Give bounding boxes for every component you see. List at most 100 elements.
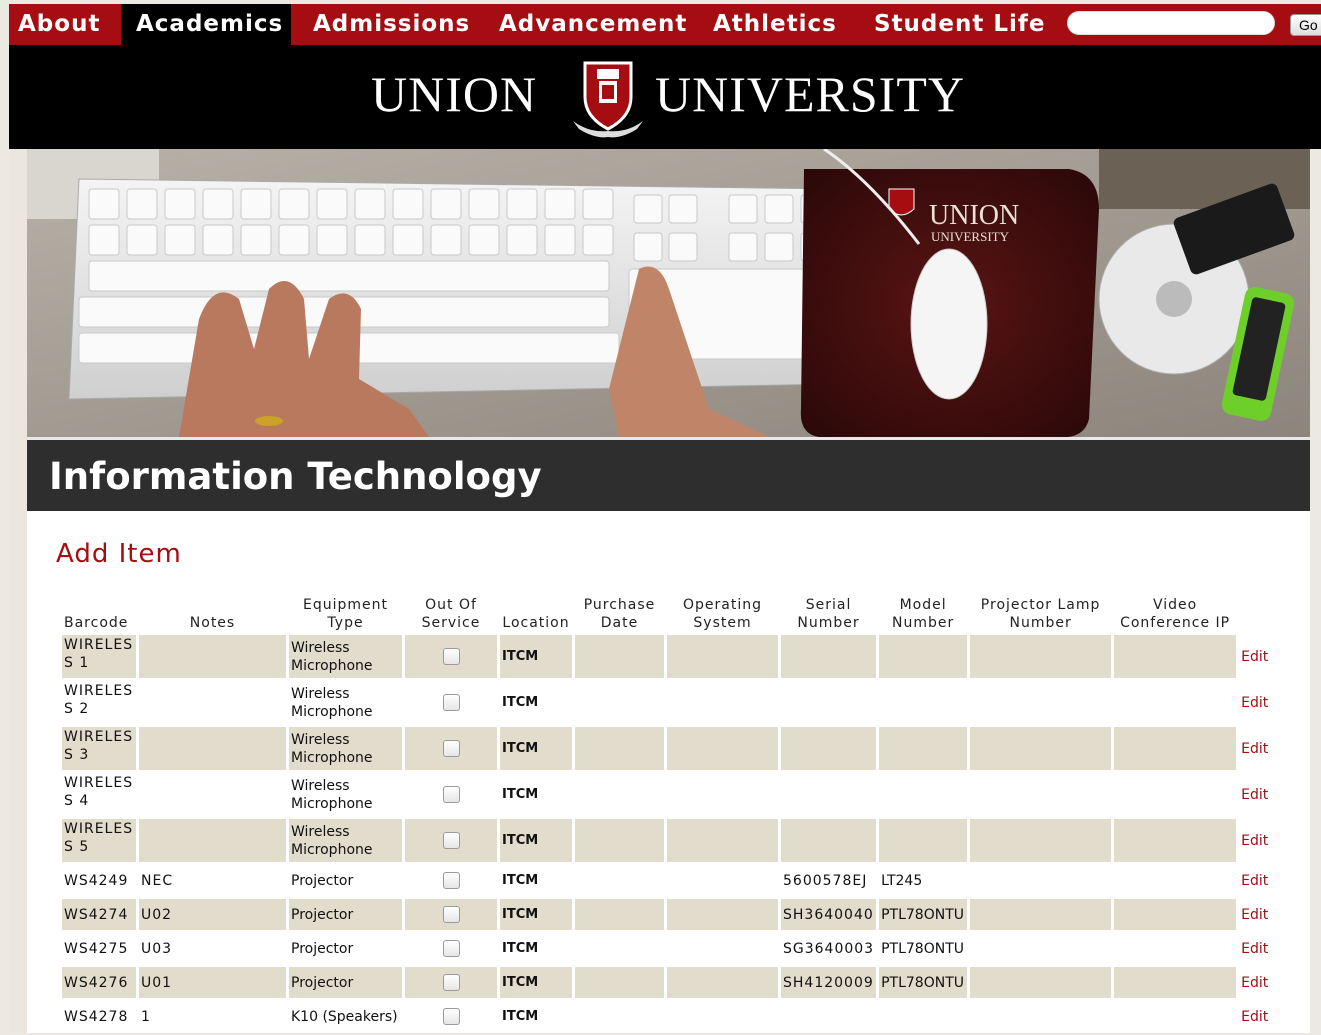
cell-edit: Edit [1239,773,1270,816]
column-header-out-of-service[interactable]: Out Of Service [405,596,497,632]
cell-out-of-service [405,933,497,964]
cell-out-of-service [405,865,497,896]
cell-purchase-date [575,681,664,724]
cell-projector-lamp-number [970,819,1112,862]
edit-link[interactable]: Edit [1241,873,1268,889]
out-of-service-checkbox[interactable] [442,694,460,711]
cell-location: ITCM [500,865,572,896]
cell-serial-number [781,773,876,816]
cell-notes: U02 [139,899,286,930]
cell-purchase-date [575,727,664,770]
cell-edit: Edit [1239,865,1270,896]
column-header-projector-lamp-number[interactable]: Projector Lamp Number [970,596,1111,632]
out-of-service-checkbox[interactable] [442,940,460,957]
cell-projector-lamp-number [970,1001,1111,1032]
cell-barcode-text: WIRELESS 4 [64,775,134,809]
cell-model-number: PTL78ONTU [879,933,967,964]
cell-location: ITCM [500,681,572,724]
edit-link[interactable]: Edit [1241,833,1268,849]
table-header-row: Barcode Notes Equipment Type Out Of Serv… [62,596,1270,632]
edit-link[interactable]: Edit [1241,975,1268,991]
cell-serial-number [781,819,877,862]
out-of-service-checkbox[interactable] [442,1008,460,1025]
cell-video-conference-ip [1114,635,1237,678]
logo-word-university[interactable]: UNIVERSITY [655,65,965,123]
cell-location-text: ITCM [502,906,539,922]
cell-barcode-text: WS4275 [64,940,129,957]
out-of-service-checkbox[interactable] [442,872,460,889]
cell-serial-number-text: 5600578EJ [783,872,868,889]
cell-purchase-date [575,967,664,998]
column-header-location[interactable]: Location [500,596,572,632]
column-header-barcode[interactable]: Barcode [62,596,136,632]
edit-link[interactable]: Edit [1241,941,1268,957]
cell-notes: 1 [139,1001,286,1032]
edit-link[interactable]: Edit [1241,787,1268,803]
cell-equipment-type-text: Projector [291,872,354,889]
cell-purchase-date [575,899,664,930]
cell-serial-number [781,635,877,678]
university-crest-icon[interactable] [571,59,645,139]
column-header-model-number[interactable]: Model Number [879,596,967,632]
edit-link[interactable]: Edit [1241,741,1268,757]
cell-location: ITCM [500,635,572,678]
column-header-serial-number[interactable]: Serial Number [781,596,876,632]
cell-barcode-text: WIRELESS 5 [64,821,134,855]
column-header-video-conference-ip[interactable]: Video Conference IP [1114,596,1236,632]
out-of-service-checkbox[interactable] [442,832,460,849]
out-of-service-checkbox[interactable] [442,974,460,991]
cell-barcode: WIRELESS 3 [62,727,136,770]
go-button[interactable]: Go [1290,14,1321,36]
edit-link[interactable]: Edit [1241,649,1268,665]
nav-item-admissions[interactable]: Admissions [313,4,470,45]
nav-item-about[interactable]: About [18,4,100,45]
cell-location-text: ITCM [502,694,539,710]
nav-item-academics[interactable]: Academics [121,4,291,45]
column-header-purchase-date[interactable]: Purchase Date [575,596,664,632]
cell-notes [139,773,286,816]
cell-projector-lamp-number [970,899,1112,930]
cell-notes: U03 [139,933,286,964]
cell-video-conference-ip [1114,899,1237,930]
column-header-operating-system[interactable]: Operating System [667,596,778,632]
table-row: WS4276 U01 Projector ITCM SH4120009 PTL78ONTU… [62,967,1271,998]
out-of-service-checkbox[interactable] [442,648,460,665]
logo-word-union[interactable]: UNION [371,65,537,123]
cell-serial-number: SH3640040 [781,899,877,930]
cell-edit: Edit [1239,681,1270,724]
cell-edit: Edit [1239,819,1271,862]
cell-edit: Edit [1239,967,1271,998]
nav-item-athletics[interactable]: Athletics [713,4,837,45]
out-of-service-checkbox[interactable] [442,906,460,923]
cell-out-of-service [405,727,497,770]
column-header-equipment-type[interactable]: Equipment Type [289,596,402,632]
cell-out-of-service [405,1001,497,1032]
cell-serial-number [781,681,876,724]
edit-link[interactable]: Edit [1241,695,1268,711]
cell-location: ITCM [500,933,572,964]
cell-location-text: ITCM [502,832,539,848]
search-input[interactable] [1067,11,1275,35]
edit-link[interactable]: Edit [1241,1009,1268,1025]
cell-location-text: ITCM [502,974,539,990]
cell-location: ITCM [500,819,572,862]
cell-model-number [879,1001,967,1032]
cell-barcode-text: WS4274 [64,906,129,923]
cell-equipment-type-text: Wireless Microphone [291,823,373,858]
cell-operating-system [667,727,778,770]
cell-barcode-text: WS4249 [64,872,129,889]
out-of-service-checkbox[interactable] [442,786,460,803]
cell-out-of-service [405,819,497,862]
table-row: WS4274 U02 Projector ITCM SH3640040 PTL78ONTU… [62,899,1271,930]
cell-operating-system [667,681,778,724]
edit-link[interactable]: Edit [1241,907,1268,923]
nav-item-student-life[interactable]: Student Life [874,4,1046,45]
column-header-actions [1239,596,1270,632]
column-header-notes[interactable]: Notes [139,596,286,632]
out-of-service-checkbox[interactable] [442,740,460,757]
cell-projector-lamp-number [970,967,1112,998]
cell-model-number-text: PTL78ONTU [881,940,964,957]
cell-projector-lamp-number [970,865,1111,896]
cell-equipment-type-text: K10 (Speakers) [291,1008,398,1025]
nav-item-advancement[interactable]: Advancement [499,4,687,45]
